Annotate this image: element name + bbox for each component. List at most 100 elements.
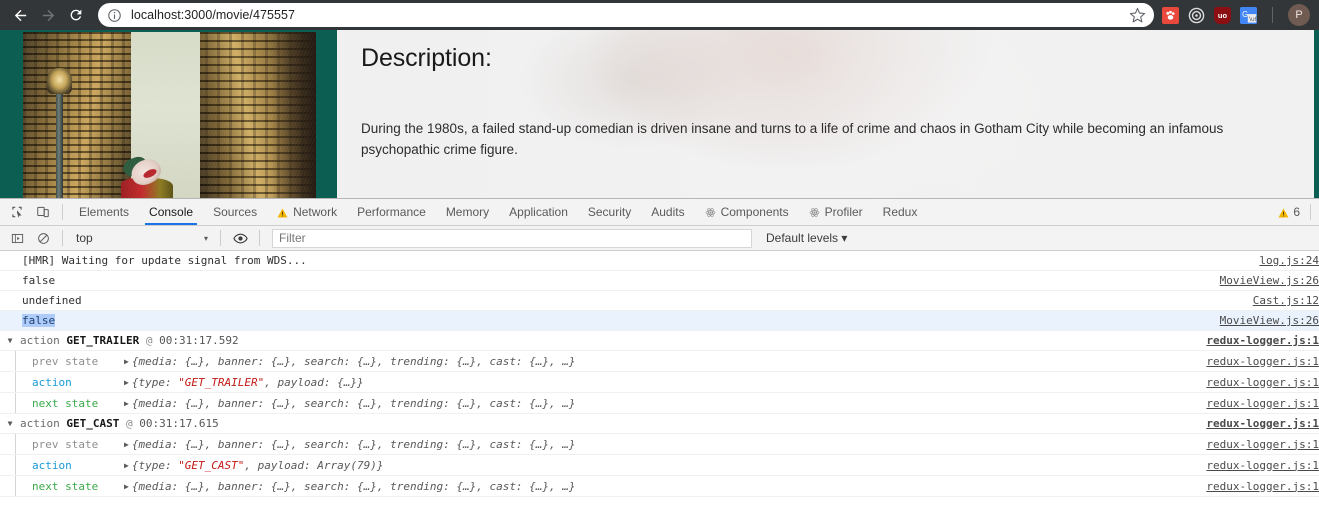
tab-sources[interactable]: Sources xyxy=(203,199,267,225)
source-link[interactable]: redux-logger.js:1 xyxy=(1206,459,1319,472)
tab-redux[interactable]: Redux xyxy=(873,199,928,225)
poster-column xyxy=(0,30,337,198)
ublock-origin-icon[interactable]: uo xyxy=(1214,6,1231,24)
star-icon[interactable] xyxy=(1129,7,1146,24)
source-link[interactable]: redux-logger.js:1 xyxy=(1206,376,1319,389)
filterbar-divider-3 xyxy=(259,230,260,246)
info-circle-icon[interactable] xyxy=(107,8,122,23)
console-output[interactable]: [HMR] Waiting for update signal from WDS… xyxy=(0,251,1319,505)
source-link[interactable]: redux-logger.js:1 xyxy=(1206,334,1319,347)
tab-label: Console xyxy=(149,205,194,219)
object-preview: {type: "GET_TRAILER", payload: {…}} xyxy=(132,376,1207,389)
tab-console[interactable]: Console xyxy=(139,199,203,225)
console-row[interactable]: undefined Cast.js:12 xyxy=(0,291,1319,311)
avatar[interactable]: P xyxy=(1288,4,1310,26)
google-translate-icon[interactable]: G\u6587 xyxy=(1240,6,1257,24)
tab-elements[interactable]: Elements xyxy=(69,199,139,225)
tab-application[interactable]: Application xyxy=(499,199,578,225)
back-button[interactable] xyxy=(6,1,34,29)
tab-label: Sources xyxy=(213,205,258,219)
console-group-header[interactable]: ▼ action GET_TRAILER @ 00:31:17.592 redu… xyxy=(0,331,1319,351)
tab-security[interactable]: Security xyxy=(578,199,641,225)
tab-performance[interactable]: Performance xyxy=(347,199,436,225)
console-row[interactable]: [HMR] Waiting for update signal from WDS… xyxy=(0,251,1319,271)
address-bar[interactable]: localhost:3000/movie/475557 xyxy=(98,3,1154,27)
console-row-selected[interactable]: false MovieView.js:26 xyxy=(0,311,1319,331)
tab-profiler[interactable]: Profiler xyxy=(799,199,873,225)
console-group-row[interactable]: action ▶ {type: "GET_CAST", payload: Arr… xyxy=(0,455,1319,476)
device-toolbar-icon[interactable] xyxy=(30,200,56,224)
console-row[interactable]: false MovieView.js:26 xyxy=(0,271,1319,291)
target-extension-icon[interactable] xyxy=(1188,7,1205,24)
reload-button[interactable] xyxy=(62,1,90,29)
action-type: GET_CAST xyxy=(66,417,120,430)
console-group-header[interactable]: ▼ action GET_CAST @ 00:31:17.615 redux-l… xyxy=(0,414,1319,434)
row-label: next state xyxy=(32,396,99,410)
tab-label: Audits xyxy=(651,205,685,219)
filter-input[interactable] xyxy=(272,228,752,248)
source-link[interactable]: redux-logger.js:1 xyxy=(1206,355,1319,368)
poster-grain-overlay xyxy=(23,32,316,198)
tab-memory[interactable]: Memory xyxy=(436,199,499,225)
console-group-row[interactable]: prev state ▶ {media: {…}, banner: {…}, s… xyxy=(0,351,1319,372)
source-link[interactable]: redux-logger.js:1 xyxy=(1206,438,1319,451)
svg-text:\u6587: \u6587 xyxy=(1249,16,1257,23)
chevron-right-icon[interactable]: ▶ xyxy=(124,378,132,387)
filterbar-divider-1 xyxy=(62,230,63,246)
chevron-down-icon: ▾ xyxy=(841,231,848,245)
source-link[interactable]: redux-logger.js:1 xyxy=(1206,480,1319,493)
tab-network[interactable]: Network xyxy=(267,199,347,225)
preview-post: , payload: Array(79)} xyxy=(244,458,384,472)
console-sidebar-icon[interactable] xyxy=(4,226,30,250)
chevron-down-icon[interactable]: ▼ xyxy=(4,419,16,428)
clear-console-icon[interactable] xyxy=(30,226,56,250)
console-group-row[interactable]: action ▶ {type: "GET_TRAILER", payload: … xyxy=(0,372,1319,393)
tab-components[interactable]: Components xyxy=(695,199,799,225)
devtools-panel: Elements Console Sources Network Perform… xyxy=(0,198,1319,505)
tab-audits[interactable]: Audits xyxy=(641,199,694,225)
react-atom-icon xyxy=(809,207,820,218)
source-link[interactable]: redux-logger.js:1 xyxy=(1206,417,1319,430)
live-expression-eye-icon[interactable] xyxy=(227,226,253,250)
page-title: Description: xyxy=(361,44,492,72)
tab-label: Application xyxy=(509,205,568,219)
devtools-tabbar: Elements Console Sources Network Perform… xyxy=(0,199,1319,226)
warning-count[interactable]: 6 xyxy=(1293,205,1300,219)
tab-label: Profiler xyxy=(824,205,863,219)
tab-label: Redux xyxy=(882,205,918,219)
inspect-element-icon[interactable] xyxy=(4,200,30,224)
paw-extension-icon[interactable] xyxy=(1162,6,1179,24)
source-link[interactable]: log.js:24 xyxy=(1259,254,1319,267)
source-link[interactable]: redux-logger.js:1 xyxy=(1206,397,1319,410)
group-prefix: action xyxy=(20,417,60,430)
group-indent-guide xyxy=(4,351,32,371)
log-levels-selector[interactable]: Default levels ▾ xyxy=(758,231,855,245)
chevron-right-icon[interactable]: ▶ xyxy=(124,440,132,449)
console-group-row[interactable]: next state ▶ {media: {…}, banner: {…}, s… xyxy=(0,393,1319,414)
timestamp: 00:31:17.615 xyxy=(139,417,219,430)
movie-poster-image xyxy=(23,32,316,198)
chevron-down-icon[interactable]: ▼ xyxy=(4,336,16,345)
row-label: action xyxy=(32,458,72,472)
source-link[interactable]: MovieView.js:26 xyxy=(1220,274,1319,287)
react-atom-icon xyxy=(705,207,716,218)
at-symbol: @ xyxy=(145,334,153,347)
chevron-right-icon[interactable]: ▶ xyxy=(124,482,132,491)
chevron-right-icon[interactable]: ▶ xyxy=(124,399,132,408)
console-filter-bar: top ▾ Default levels ▾ xyxy=(0,226,1319,251)
preview-string: "GET_CAST" xyxy=(178,458,245,472)
filterbar-divider-2 xyxy=(220,230,221,246)
tab-label: Memory xyxy=(445,205,490,219)
forward-button[interactable] xyxy=(34,1,62,29)
object-preview: {media: {…}, banner: {…}, search: {…}, t… xyxy=(131,479,576,493)
chevron-right-icon[interactable]: ▶ xyxy=(124,357,132,366)
source-link[interactable]: Cast.js:12 xyxy=(1253,294,1319,307)
tabbar-divider xyxy=(62,204,63,220)
object-preview: {media: {…}, banner: {…}, search: {…}, t… xyxy=(131,354,576,368)
tab-label: Network xyxy=(293,205,338,219)
console-group-row[interactable]: next state ▶ {media: {…}, banner: {…}, s… xyxy=(0,476,1319,497)
console-group-row[interactable]: prev state ▶ {media: {…}, banner: {…}, s… xyxy=(0,434,1319,455)
source-link[interactable]: MovieView.js:26 xyxy=(1220,314,1319,327)
chevron-right-icon[interactable]: ▶ xyxy=(124,461,132,470)
context-selector[interactable]: top ▾ xyxy=(69,231,214,245)
